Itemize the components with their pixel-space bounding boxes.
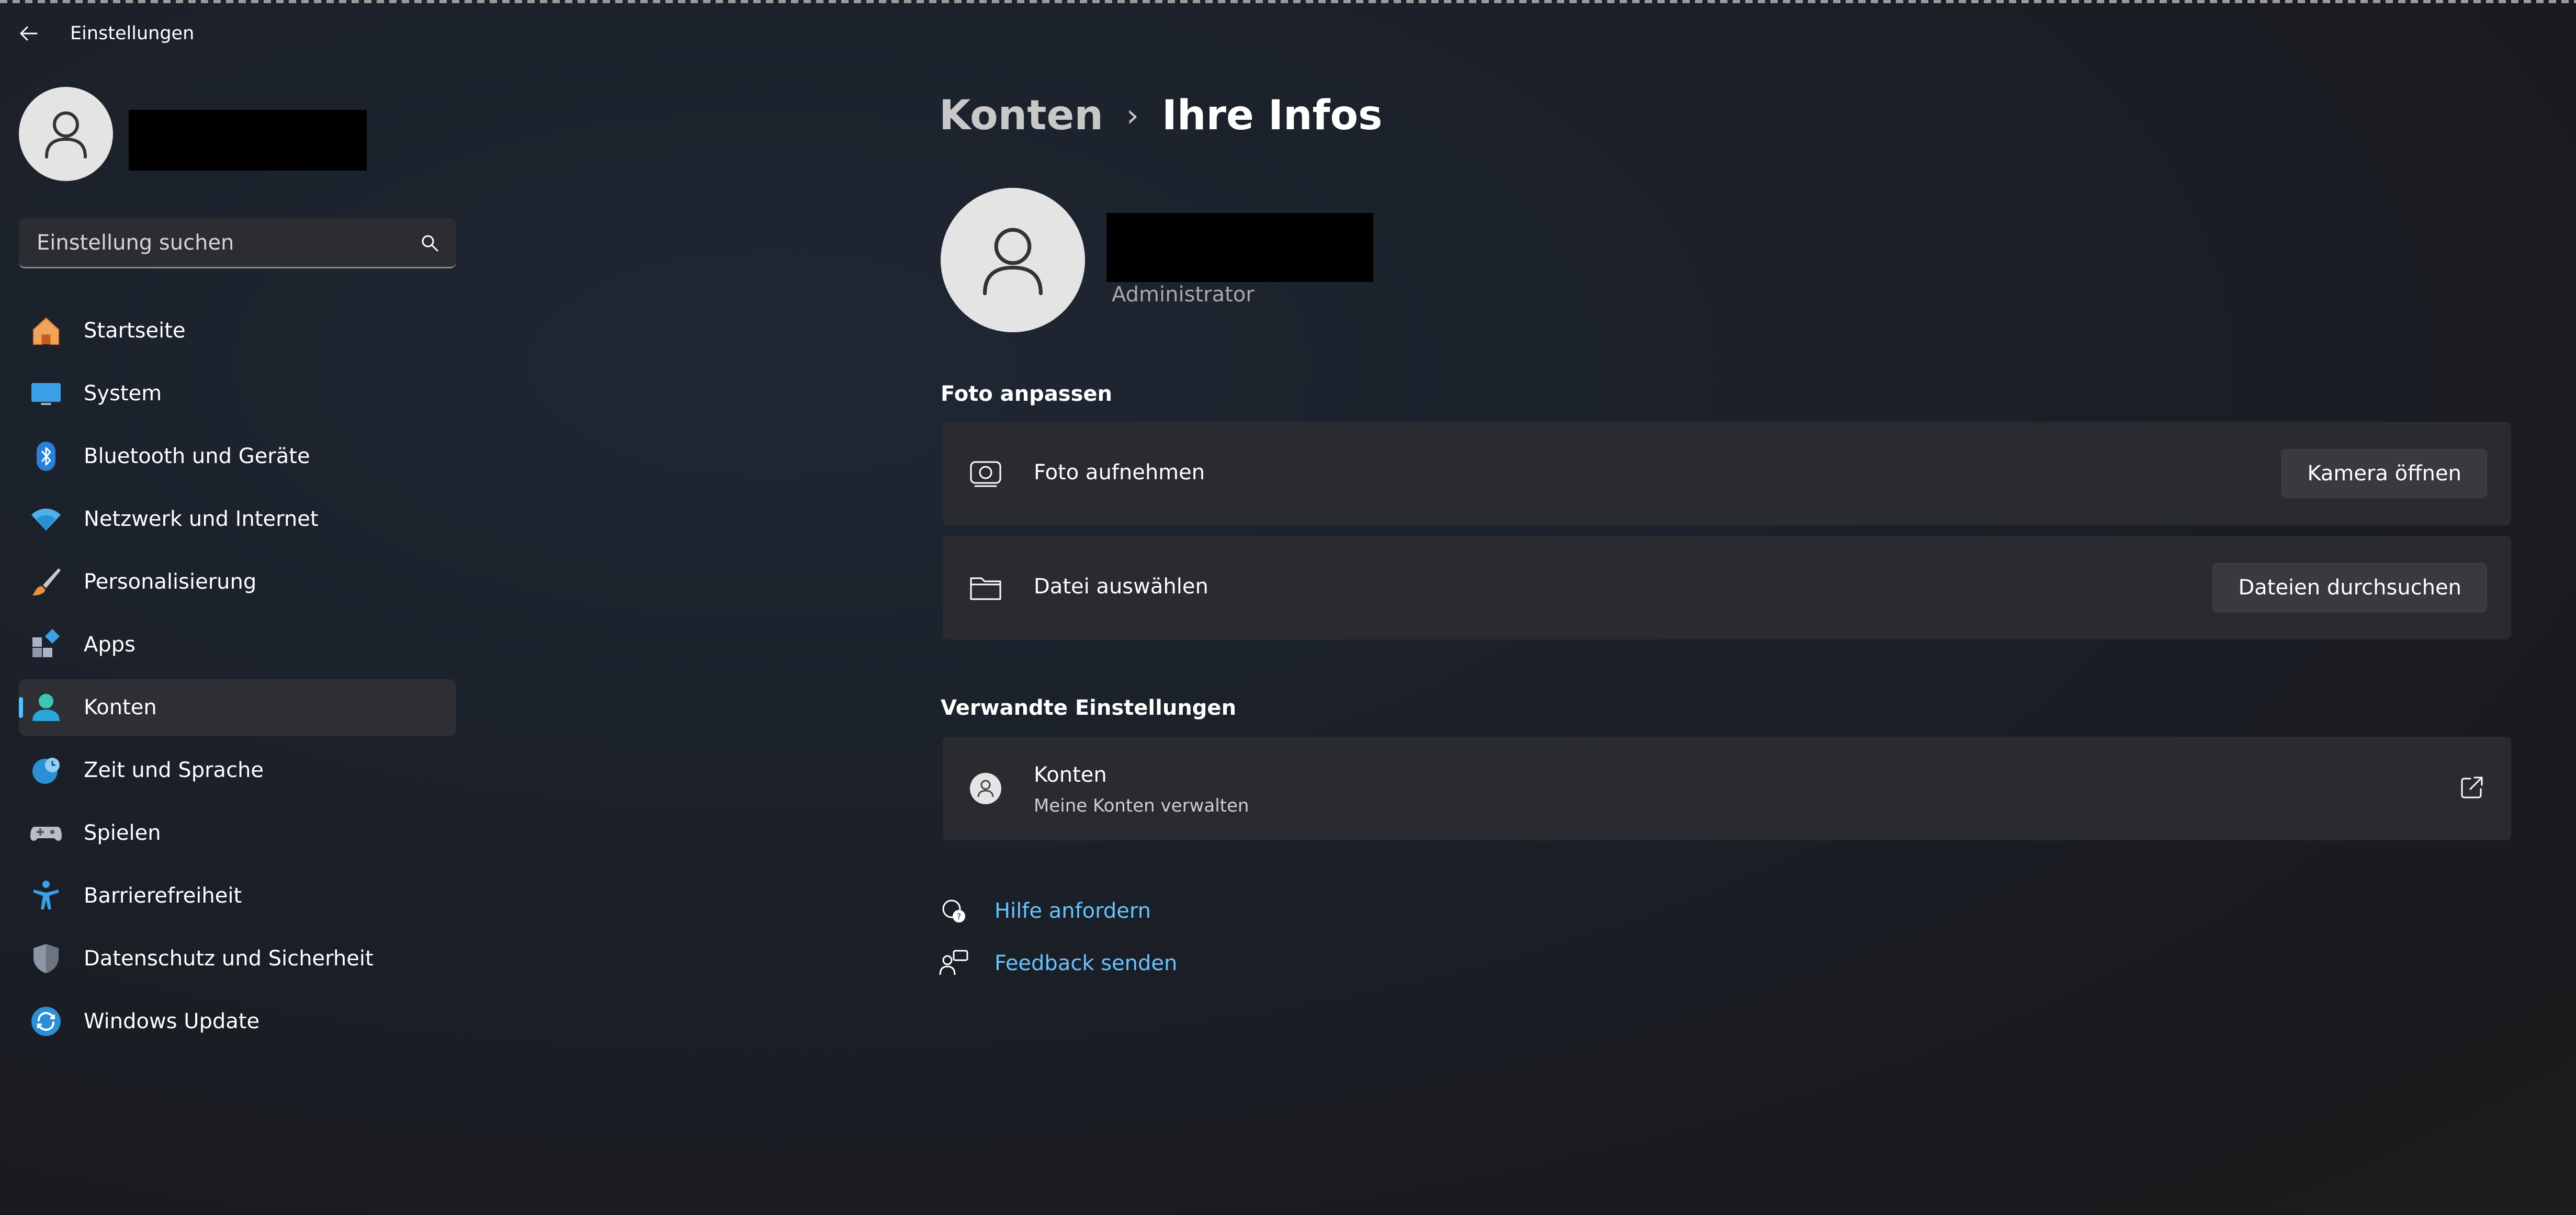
sidebar-item-label: Konten — [84, 695, 157, 719]
sidebar-item-system[interactable]: System — [19, 365, 456, 422]
sidebar-item-label: Datenschutz und Sicherheit — [84, 947, 374, 971]
search-icon[interactable] — [420, 233, 439, 253]
shield-icon — [29, 942, 63, 975]
sidebar-item-label: Netzwerk und Internet — [84, 507, 319, 531]
browse-files-button[interactable]: Dateien durchsuchen — [2212, 563, 2487, 612]
redacted-username — [129, 110, 367, 171]
choose-file-label: Datei auswählen — [1034, 575, 1208, 599]
person-icon — [45, 111, 87, 159]
apps-icon — [29, 628, 63, 661]
sidebar-item-label: System — [84, 381, 162, 406]
accessibility-icon — [29, 879, 63, 913]
open-camera-button[interactable]: Kamera öffnen — [2281, 449, 2487, 498]
sidebar-item-startseite[interactable]: Startseite — [19, 302, 456, 359]
svg-text:?: ? — [957, 912, 962, 921]
sidebar-item-personalisierung[interactable]: Personalisierung — [19, 554, 456, 610]
sidebar-item-apps[interactable]: Apps — [19, 616, 456, 673]
sidebar-item-windows-update[interactable]: Windows Update — [19, 993, 456, 1050]
search-box[interactable] — [19, 218, 456, 268]
related-accounts-subtitle: Meine Konten verwalten — [1034, 795, 1249, 816]
folder-icon — [970, 577, 1001, 600]
back-button[interactable] — [18, 23, 39, 44]
wifi-icon — [29, 502, 63, 536]
help-link-label[interactable]: Hilfe anfordern — [995, 899, 1151, 923]
feedback-link[interactable]: Feedback senden — [939, 945, 1177, 982]
camera-icon — [970, 461, 1001, 487]
sidebar-item-label: Zeit und Sprache — [84, 758, 264, 782]
brush-icon — [29, 565, 63, 599]
globe-clock-icon — [29, 753, 63, 787]
take-photo-label: Foto aufnehmen — [1034, 460, 1205, 485]
window-top-border — [0, 0, 2576, 3]
window-title: Einstellungen — [70, 23, 195, 44]
help-icon: ? — [942, 899, 965, 923]
sidebar-item-spielen[interactable]: Spielen — [19, 805, 456, 861]
gamepad-icon — [29, 816, 63, 850]
sidebar-item-datenschutz[interactable]: Datenschutz und Sicherheit — [19, 930, 456, 987]
monitor-icon — [29, 377, 63, 410]
page-title: Ihre Infos — [1161, 92, 1383, 139]
help-link[interactable]: ? Hilfe anfordern — [939, 893, 1151, 929]
sidebar-item-netzwerk[interactable]: Netzwerk und Internet — [19, 491, 456, 547]
section-title-related: Verwandte Einstellungen — [941, 696, 1237, 720]
sidebar-item-label: Spielen — [84, 821, 161, 845]
profile-avatar — [941, 188, 1085, 332]
open-external-icon[interactable] — [2459, 774, 2485, 801]
card-choose-file: Datei auswählen Dateien durchsuchen — [943, 536, 2511, 639]
breadcrumb: Konten › Ihre Infos — [939, 87, 1382, 144]
sidebar-item-label: Windows Update — [84, 1009, 260, 1033]
account-role: Administrator — [1112, 283, 1255, 307]
sidebar-item-konten[interactable]: Konten — [19, 679, 456, 736]
arrow-left-icon — [20, 26, 38, 41]
account-icon — [29, 691, 63, 724]
title-bar: Einstellungen — [0, 16, 523, 51]
sidebar-avatar[interactable] — [19, 87, 113, 181]
home-icon — [29, 314, 63, 347]
feedback-link-label[interactable]: Feedback senden — [995, 951, 1177, 975]
person-icon — [982, 228, 1043, 296]
related-accounts-title: Konten — [1034, 763, 1107, 787]
bluetooth-icon — [29, 440, 63, 473]
sidebar-item-barrierefreiheit[interactable]: Barrierefreiheit — [19, 868, 456, 924]
account-circle-icon — [970, 773, 1001, 804]
redacted-account-name — [1106, 213, 1373, 282]
sidebar-item-label: Apps — [84, 633, 135, 657]
sidebar-item-zeit-sprache[interactable]: Zeit und Sprache — [19, 742, 456, 798]
update-icon — [29, 1005, 63, 1038]
breadcrumb-parent-link[interactable]: Konten — [939, 92, 1103, 139]
sidebar-item-bluetooth[interactable]: Bluetooth und Geräte — [19, 428, 456, 485]
card-related-accounts[interactable]: Konten Meine Konten verwalten — [943, 737, 2511, 840]
sidebar-item-label: Barrierefreiheit — [84, 884, 242, 908]
card-take-photo: Foto aufnehmen Kamera öffnen — [943, 422, 2511, 525]
chevron-right-icon: › — [1126, 97, 1139, 134]
sidebar-item-label: Startseite — [84, 319, 186, 343]
section-title-photo: Foto anpassen — [941, 382, 1113, 406]
search-input[interactable] — [36, 218, 404, 267]
sidebar-nav: Startseite System Bluetooth und Geräte N… — [19, 302, 456, 1056]
feedback-icon — [939, 950, 968, 975]
sidebar-item-label: Bluetooth und Geräte — [84, 444, 310, 468]
sidebar-item-label: Personalisierung — [84, 570, 257, 594]
